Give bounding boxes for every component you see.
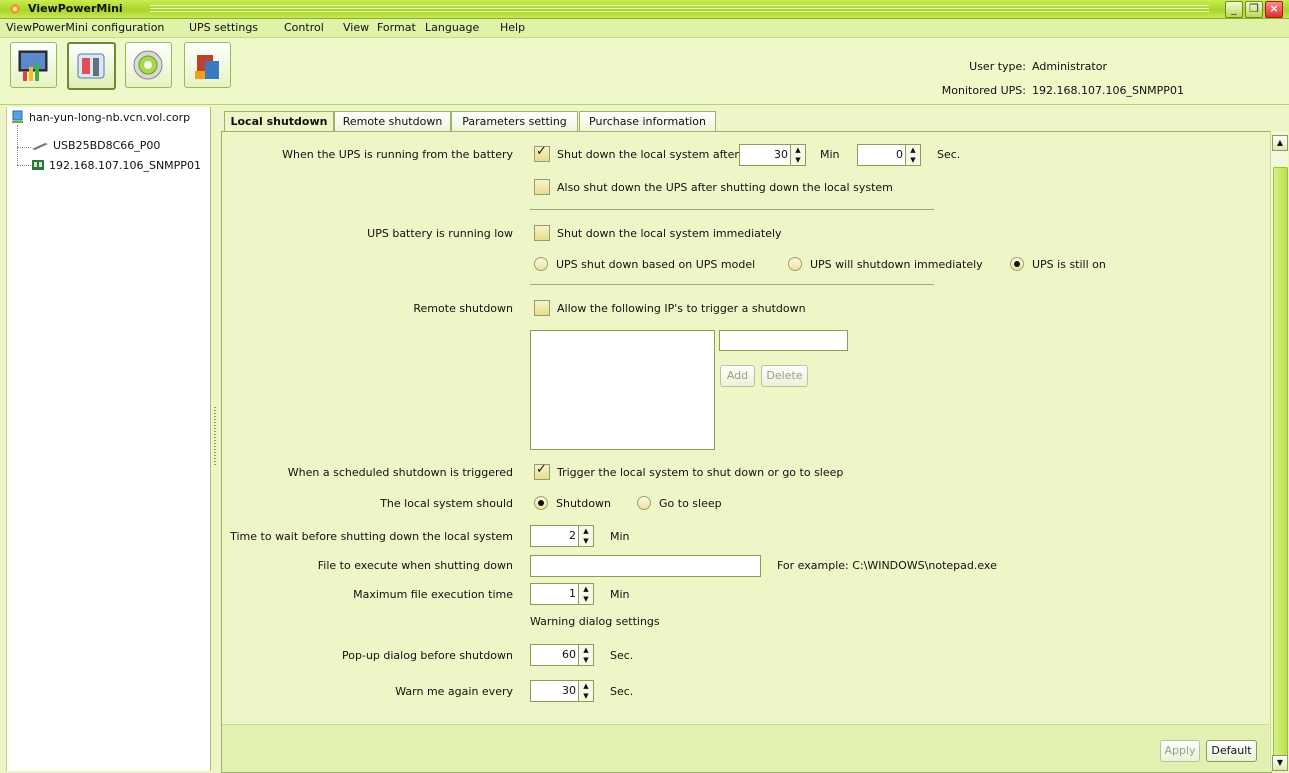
tab-remote-shutdown[interactable]: Remote shutdown [334,111,451,131]
wait-label: Time to wait before shutting down the lo… [230,530,513,543]
sec-unit-3: Sec. [610,685,634,698]
file-label: File to execute when shutting down [317,559,513,572]
title-bar[interactable]: ViewPowerMini _ ❐ × [0,0,1289,19]
shutdown-immediately-checkbox[interactable] [534,225,550,241]
tree-item-usb[interactable]: USB25BD8C66_P00 [53,139,160,152]
vertical-scrollbar[interactable]: ▲ ▼ [1270,131,1288,771]
tree-root-host[interactable]: han-yun-long-nb.vcn.vol.corp [29,111,190,124]
trigger-local-label: Trigger the local system to shut down or… [557,466,844,479]
local-should-label: The local system should [380,497,513,510]
scroll-up-icon[interactable]: ▲ [1272,135,1288,151]
remote-shutdown-label: Remote shutdown [413,302,513,315]
sec-unit-2: Sec. [610,649,634,662]
shutdown-immediately-label: Shut down the local system immediately [557,227,782,240]
splitter[interactable] [212,107,218,771]
close-button[interactable]: × [1265,1,1283,18]
delete-button[interactable]: Delete [761,365,808,387]
also-shutdown-ups-label: Also shut down the UPS after shutting do… [557,181,893,194]
tools-icon [77,53,105,79]
footer-bar: Apply Default [222,724,1269,772]
warn-again-stepper[interactable]: 30 ▲ ▼ [530,680,594,702]
monitor-icon [18,50,48,81]
file-input[interactable] [530,555,761,577]
monitored-ups-value: 192.168.107.106_SNMPP01 [1032,84,1184,97]
trigger-local-checkbox[interactable]: ✓ [534,462,550,480]
radio-ups-model-label: UPS shut down based on UPS model [556,258,756,271]
popup-label: Pop-up dialog before shutdown [342,649,513,662]
usb-icon [32,143,48,150]
file-example: For example: C:\WINDOWS\notepad.exe [777,559,997,572]
allow-ips-label: Allow the following IP's to trigger a sh… [557,302,806,315]
ip-input[interactable] [719,330,848,351]
battery-label: When the UPS is running from the battery [282,148,513,161]
menu-help[interactable]: Help [500,21,525,34]
device-tree: han-yun-long-nb.vcn.vol.corp USB25BD8C66… [6,107,211,771]
tree-item-snmp[interactable]: 192.168.107.106_SNMPP01 [49,159,201,172]
settings-disk-icon [133,50,163,80]
menu-viewpowermini-configuration[interactable]: ViewPowerMini configuration [6,21,164,34]
menu-ups-settings[interactable]: UPS settings [189,21,258,34]
scroll-down-icon[interactable]: ▼ [1272,755,1288,771]
ip-list-box[interactable] [530,330,715,450]
menu-format[interactable]: Format [377,21,416,34]
building-button[interactable] [184,42,231,88]
radio-sleep[interactable] [637,496,651,510]
allow-ips-checkbox[interactable] [534,300,550,316]
minimize-button[interactable]: _ [1225,1,1243,18]
battery-low-label: UPS battery is running low [367,227,513,240]
wait-stepper[interactable]: 2 ▲ ▼ [530,525,594,547]
menu-bar: ViewPowerMini configuration UPS settings… [0,19,1289,38]
tab-local-shutdown[interactable]: Local shutdown [224,111,334,132]
menu-view[interactable]: View [343,21,369,34]
radio-shutdown[interactable] [534,496,548,510]
radio-shutdown-label: Shutdown [556,497,611,510]
min-unit-3: Min [610,588,630,601]
tools-button[interactable] [67,42,116,90]
warning-heading: Warning dialog settings [530,615,660,628]
radio-ups-still-on[interactable] [1010,257,1024,271]
monitored-ups-label: Monitored UPS: [941,84,1026,97]
also-shutdown-ups-checkbox[interactable] [534,179,550,195]
user-type-value: Administrator [1032,60,1107,73]
window-title: ViewPowerMini [28,2,123,15]
menu-language[interactable]: Language [425,21,479,34]
toolbar: User type: Administrator Monitored UPS: … [0,38,1289,105]
shutdown-after-min-stepper[interactable]: 30 ▲ ▼ [739,144,806,166]
user-type-label: User type: [969,60,1026,73]
monitor-button[interactable] [10,42,57,88]
settings-disk-button[interactable] [125,42,172,88]
radio-sleep-label: Go to sleep [659,497,722,510]
min-unit-2: Min [610,530,630,543]
radio-ups-immediate[interactable] [788,257,802,271]
building-icon [195,55,219,79]
max-exec-label: Maximum file execution time [353,588,513,601]
separator [530,284,934,285]
default-button[interactable]: Default [1206,740,1257,762]
shutdown-after-label: Shut down the local system after [557,148,739,161]
radio-ups-model[interactable] [534,257,548,271]
radio-ups-still-on-label: UPS is still on [1032,258,1106,271]
maximize-button[interactable]: ❐ [1245,1,1263,18]
max-exec-stepper[interactable]: 1 ▲ ▼ [530,583,594,605]
radio-ups-immediate-label: UPS will shutdown immediately [810,258,983,271]
network-card-icon [32,160,44,170]
popup-stepper[interactable]: 60 ▲ ▼ [530,644,594,666]
app-icon [10,4,20,14]
add-button[interactable]: Add [720,365,755,387]
scroll-thumb[interactable] [1273,167,1288,769]
shutdown-after-sec-stepper[interactable]: 0 ▲ ▼ [857,144,921,166]
tab-purchase-information[interactable]: Purchase information [579,111,716,131]
computer-icon [12,110,23,123]
apply-button[interactable]: Apply [1160,740,1200,762]
shutdown-after-checkbox[interactable]: ✓ [534,144,550,162]
min-unit-1: Min [820,148,840,161]
scheduled-label: When a scheduled shutdown is triggered [287,466,513,479]
warn-again-label: Warn me again every [395,685,513,698]
sec-unit-1: Sec. [937,148,961,161]
separator [530,209,934,210]
tab-parameters-setting[interactable]: Parameters setting [451,111,578,131]
menu-control[interactable]: Control [284,21,324,34]
